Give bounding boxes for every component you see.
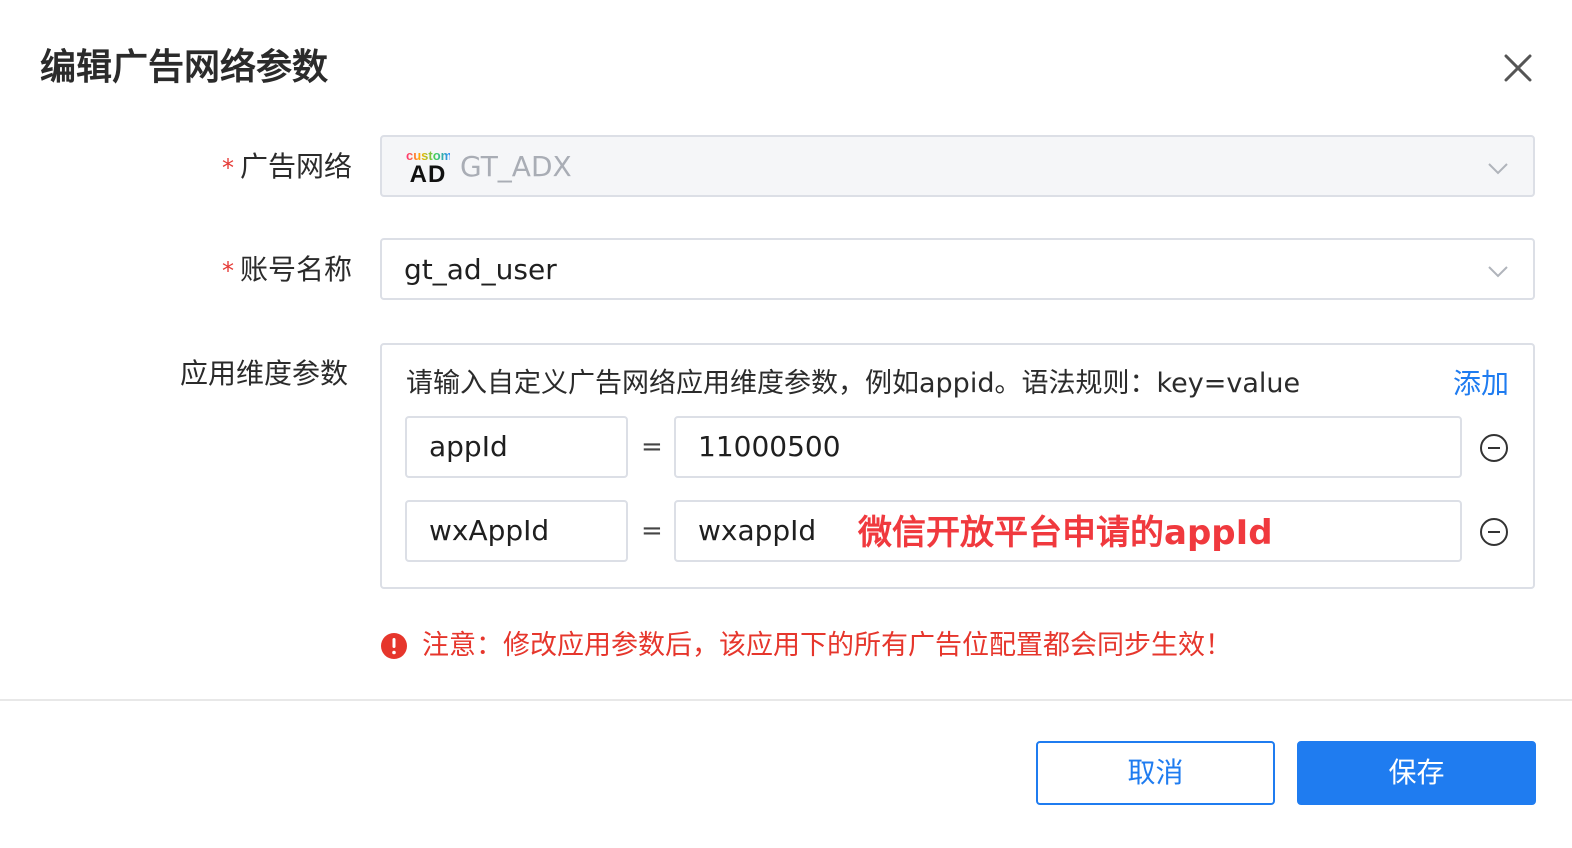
custom-ad-logo: custom AD	[406, 149, 452, 189]
account-name-value: gt_ad_user	[404, 253, 557, 286]
close-icon	[1504, 54, 1532, 82]
remove-param-button[interactable]	[1479, 433, 1509, 463]
save-button[interactable]: 保存	[1297, 741, 1536, 805]
wx-appid-annotation: 微信开放平台申请的appId	[858, 513, 1273, 553]
add-param-link[interactable]: 添加	[1453, 365, 1509, 403]
required-mark: *	[222, 257, 234, 285]
minus-circle-icon	[1480, 434, 1508, 462]
close-button[interactable]	[1496, 46, 1540, 90]
ad-network-label: * 广告网络	[222, 147, 352, 188]
notice-message: 注意：修改应用参数后，该应用下的所有广告位配置都会同步生效！	[380, 626, 1232, 666]
chevron-down-icon	[1488, 266, 1508, 278]
footer-divider	[0, 699, 1572, 701]
cancel-button[interactable]: 取消	[1036, 741, 1275, 805]
required-mark: *	[222, 154, 234, 182]
ad-network-value: GT_ADX	[460, 150, 572, 183]
equals-sign: =	[641, 516, 663, 546]
chevron-down-icon	[1488, 163, 1508, 175]
param-key-input[interactable]: appId	[405, 416, 628, 478]
account-name-label: * 账号名称	[222, 250, 352, 291]
ad-network-select[interactable]: custom AD GT_ADX	[380, 135, 1535, 197]
logo-ad-text: AD	[409, 161, 447, 188]
remove-param-button[interactable]	[1479, 517, 1509, 547]
app-params-label: 应用维度参数	[180, 357, 349, 390]
account-name-select[interactable]: gt_ad_user	[380, 238, 1535, 300]
param-key-input[interactable]: wxAppId	[405, 500, 628, 562]
minus-circle-icon	[1480, 518, 1508, 546]
notice-text: 注意：修改应用参数后，该应用下的所有广告位配置都会同步生效！	[422, 630, 1232, 661]
app-params-hint: 请输入自定义广告网络应用维度参数，例如appid。语法规则：key=value	[406, 368, 1301, 399]
dialog-title: 编辑广告网络参数	[40, 47, 329, 88]
param-value-input[interactable]: 11000500	[674, 416, 1462, 478]
edit-ad-network-dialog: 编辑广告网络参数 * 广告网络 custom AD GT_ADX * 账号名称 gt…	[0, 0, 1572, 848]
ad-network-label-text: 广告网络	[240, 150, 353, 183]
account-name-label-text: 账号名称	[240, 253, 353, 286]
exclamation-circle-icon	[381, 633, 407, 659]
equals-sign: =	[641, 432, 663, 462]
